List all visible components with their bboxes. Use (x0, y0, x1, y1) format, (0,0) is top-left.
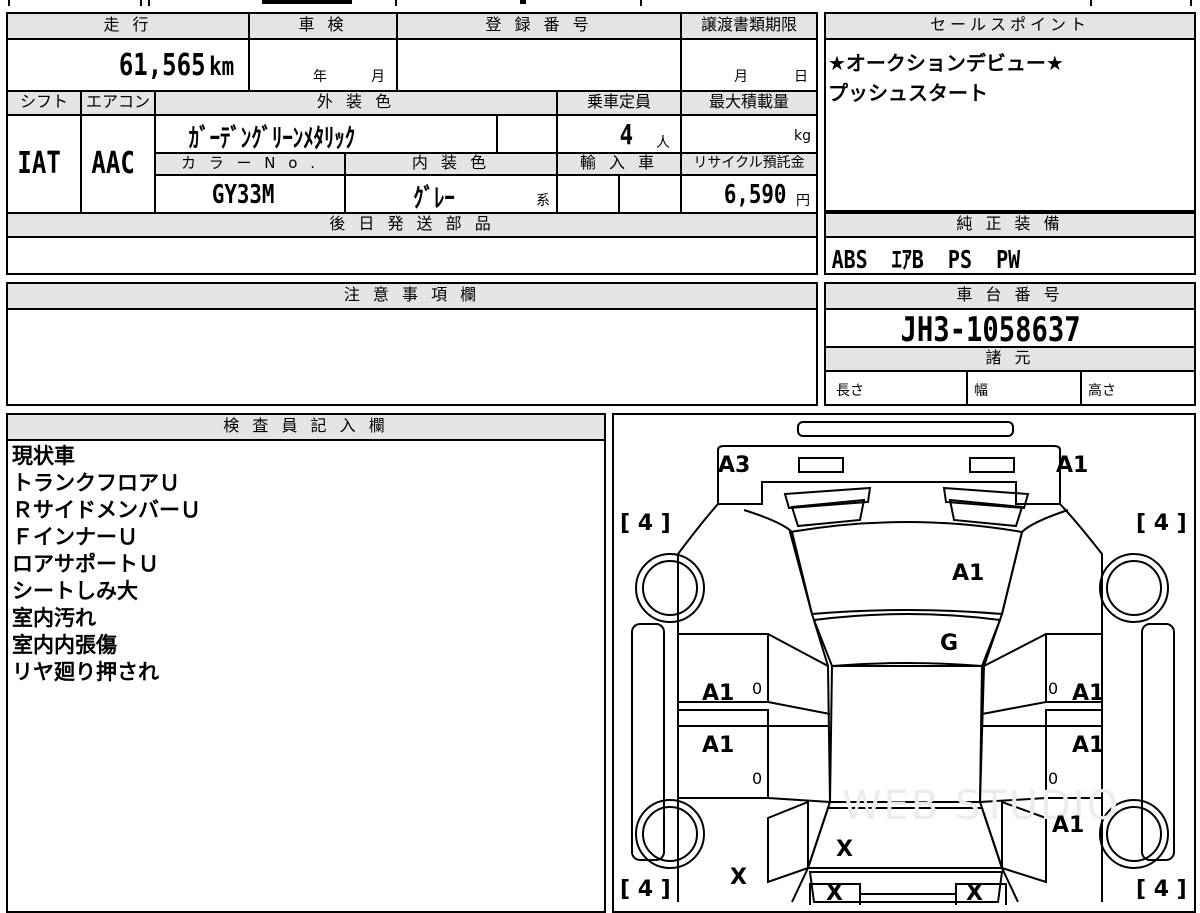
chassis-number-value: JH3-1058637 (900, 310, 1081, 350)
sales-point-item: プッシュスタート (828, 81, 988, 105)
capacity-unit: 人 (656, 135, 670, 151)
genuine-equipment-value: ABS ｴｱB PS PW (831, 245, 1021, 274)
exterior-color-header: 外 装 色 (156, 92, 556, 114)
later-parts-header: 後 日 発 送 部 品 (8, 214, 816, 236)
interior-color-header: 内 装 色 (346, 154, 556, 174)
mileage-unit: km (209, 52, 235, 82)
capacity-value: 4 (619, 118, 634, 151)
max-load-header: 最大積載量 (682, 92, 816, 114)
sales-point-header: セールスポイント (826, 14, 1194, 38)
spec-height: 高さ (1088, 383, 1116, 399)
inspector-note: 室内汚れ (12, 606, 96, 630)
mark-right-rear-quarter: A1 (1052, 813, 1085, 838)
genuine-equipment-header: 純 正 装 備 (826, 214, 1194, 236)
transfer-day: 日 (794, 69, 808, 85)
inspector-note: リヤ廻り押され (12, 660, 159, 684)
mark-rear-left-lamp: X (826, 881, 843, 906)
mark-left-front-door: A1 (702, 681, 735, 706)
specs-header: 諸 元 (826, 348, 1194, 370)
mark-front-left-corner: A3 (718, 453, 751, 478)
top-strip (0, 0, 1200, 8)
inspector-note: 室内内張傷 (12, 633, 117, 657)
registration-header: 登 録 番 号 (398, 14, 680, 38)
recycle-header: リサイクル預託金 (682, 154, 816, 174)
inspector-note: シートしみ大 (12, 579, 138, 603)
car-diagram-box: WEB STUDIO [ 4 ] [ 4 ] [ 4 ] [ 4 ] A3 A1… (612, 413, 1196, 913)
shift-value: IAT (17, 146, 61, 181)
aircon-value: AAC (91, 146, 135, 181)
inspector-notes-list: 現状車 トランクフロアＵ ＲサイドメンバーＵ ＦインナーＵ ロアサポートＵ シー… (12, 443, 201, 686)
tire-front-right: [ 4 ] (1136, 511, 1187, 536)
interior-color-value: ｸﾞﾚｰ (413, 184, 455, 214)
notes-box: 注 意 事 項 欄 (6, 282, 818, 406)
inspector-header: 検 査 員 記 入 欄 (8, 415, 604, 439)
interior-color-suffix: 系 (536, 193, 550, 209)
inspector-note: ロアサポートＵ (12, 552, 159, 576)
transfer-month: 月 (734, 69, 748, 85)
color-no-value: GY33M (211, 180, 275, 210)
inspection-month: 月 (371, 69, 385, 85)
mark-rear-glass: X (836, 837, 853, 862)
inspector-note: トランクフロアＵ (12, 471, 180, 495)
mileage-value: 61,565 (118, 48, 206, 83)
inspection-header: 車 検 (250, 14, 396, 38)
inspector-box: 検 査 員 記 入 欄 現状車 トランクフロアＵ ＲサイドメンバーＵ Ｆインナー… (6, 413, 606, 913)
vehicle-info-table: 走 行 車 検 登 録 番 号 譲渡書類期限 61,565 km 年 月 月 日… (6, 12, 818, 275)
notes-header: 注 意 事 項 欄 (8, 284, 816, 308)
door-marker: 0 (1048, 769, 1059, 788)
sales-point-item: ★オークションデビュー★ (828, 51, 1064, 75)
mark-rear-right-lamp: X (966, 881, 983, 906)
transfer-deadline-header: 譲渡書類期限 (682, 14, 816, 38)
mark-right-front-door: A1 (1072, 681, 1105, 706)
inspection-year: 年 (313, 69, 327, 85)
sales-point-box: セールスポイント ★オークションデビュー★ プッシュスタート (824, 12, 1196, 212)
mark-right-rear-door: A1 (1072, 733, 1105, 758)
mark-hood: A1 (952, 561, 985, 586)
recycle-unit: 円 (796, 193, 810, 209)
tire-front-left: [ 4 ] (620, 511, 671, 536)
inspector-note: 現状車 (12, 444, 75, 468)
door-marker: 0 (752, 769, 763, 788)
door-marker: 0 (1048, 679, 1059, 698)
shift-header: シフト (8, 92, 80, 114)
mark-left-rear-door: A1 (702, 733, 735, 758)
chassis-number-header: 車 台 番 号 (826, 284, 1194, 308)
inspector-note: ＲサイドメンバーＵ (12, 498, 201, 522)
import-header: 輸 入 車 (558, 154, 680, 174)
tire-rear-right: [ 4 ] (1136, 877, 1187, 902)
capacity-header: 乗車定員 (558, 92, 680, 114)
recycle-value: 6,590 (723, 180, 787, 210)
max-load-unit: kg (794, 128, 811, 144)
door-marker: 0 (752, 679, 763, 698)
car-diagram (631, 421, 1175, 905)
chassis-box: 車 台 番 号 JH3-1058637 諸 元 長さ 幅 高さ (824, 282, 1196, 406)
mark-left-rear-quarter: X (730, 865, 747, 890)
exterior-color-value: ｶﾞｰﾃﾞﾝｸﾞﾘｰﾝﾒﾀﾘｯｸ (188, 124, 356, 154)
spec-length: 長さ (836, 383, 864, 399)
mark-front-right-corner: A1 (1056, 453, 1089, 478)
sales-point-list: ★オークションデビュー★ プッシュスタート (828, 48, 1064, 108)
spec-width: 幅 (974, 383, 988, 399)
color-no-header: カ ラ ー N o . (156, 154, 344, 174)
mark-windshield: G (940, 631, 959, 656)
tire-rear-left: [ 4 ] (620, 877, 671, 902)
mileage-header: 走 行 (8, 14, 248, 38)
aircon-header: エアコン (82, 92, 154, 114)
genuine-equipment-box: 純 正 装 備 ABS ｴｱB PS PW (824, 212, 1196, 275)
inspector-note: ＦインナーＵ (12, 525, 138, 549)
